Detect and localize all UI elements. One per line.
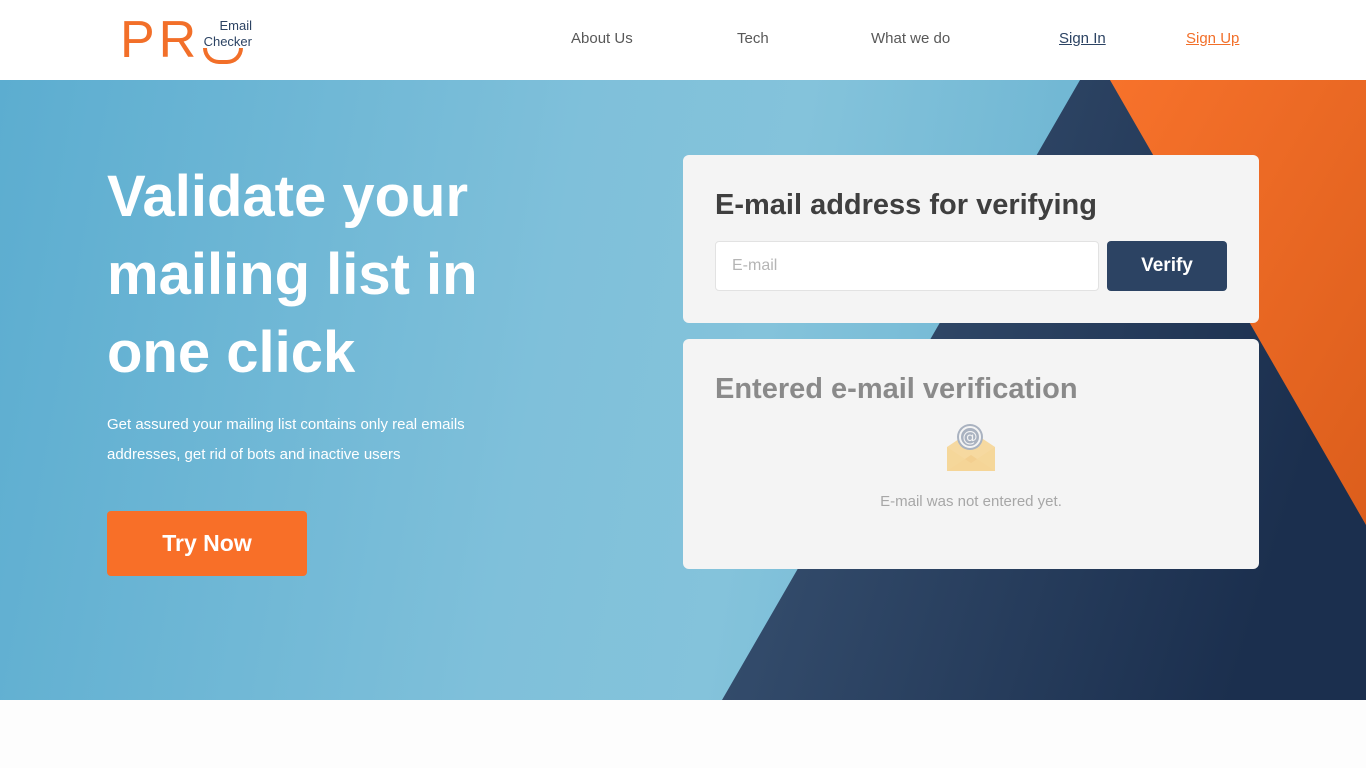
verify-card-title: E-mail address for verifying bbox=[715, 189, 1097, 221]
email-input[interactable] bbox=[715, 241, 1099, 291]
nav-about-us[interactable]: About Us bbox=[571, 30, 633, 47]
nav-what-we-do[interactable]: What we do bbox=[871, 30, 950, 47]
hero-subtitle: Get assured your mailing list contains o… bbox=[107, 416, 465, 463]
sign-up-link[interactable]: Sign Up bbox=[1186, 30, 1239, 47]
logo-line-1: Email bbox=[219, 18, 252, 33]
logo-mark: PR bbox=[120, 11, 201, 69]
result-card-title: Entered e-mail verification bbox=[715, 373, 1078, 405]
hero-title: Validate your mailing list in one click bbox=[107, 164, 478, 385]
site-header: PR Email Checker About Us Tech What we d… bbox=[0, 0, 1366, 80]
logo-line-2: Checker bbox=[203, 34, 252, 49]
try-now-button[interactable]: Try Now bbox=[107, 511, 307, 576]
verify-card: E-mail address for verifying Verify bbox=[683, 155, 1259, 323]
next-section bbox=[0, 700, 1366, 768]
svg-text:@: @ bbox=[963, 428, 978, 446]
nav-tech[interactable]: Tech bbox=[737, 30, 769, 47]
sign-in-link[interactable]: Sign In bbox=[1059, 30, 1106, 47]
verify-button[interactable]: Verify bbox=[1107, 241, 1227, 291]
hero-section: Validate your mailing list in one click … bbox=[0, 80, 1366, 700]
logo-text: Email Checker bbox=[200, 18, 252, 50]
empty-state-message: E-mail was not entered yet. bbox=[880, 493, 1062, 510]
logo-smile-icon bbox=[203, 48, 243, 64]
result-card: Entered e-mail verification @ E-mail was… bbox=[683, 339, 1259, 569]
logo[interactable]: PR Email Checker bbox=[120, 14, 270, 66]
open-envelope-at-icon: @ bbox=[947, 424, 995, 471]
